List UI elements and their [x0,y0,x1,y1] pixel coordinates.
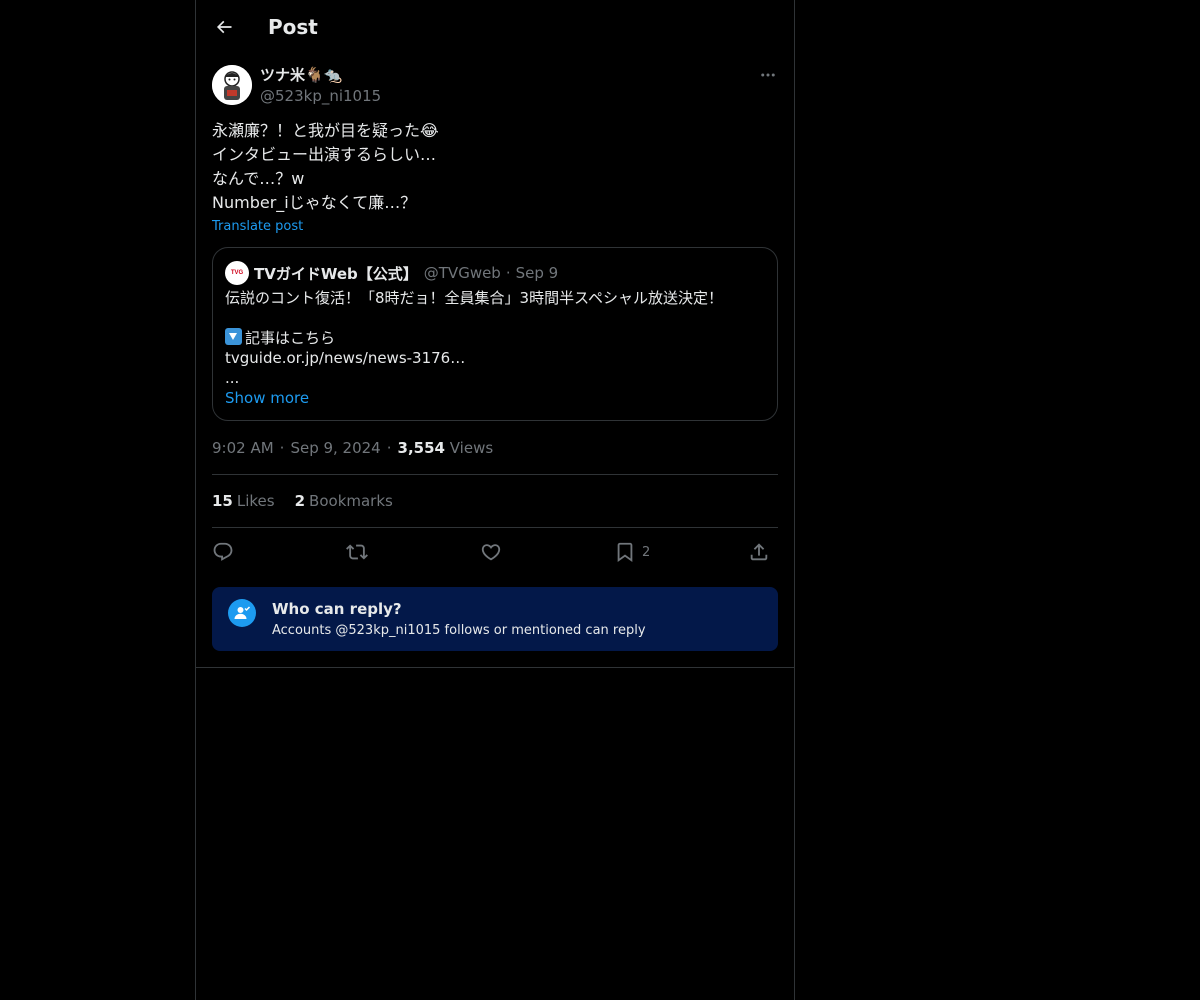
post-text-line: インタビュー出演するらしい… [212,145,437,164]
show-more-link[interactable]: Show more [225,388,765,408]
more-horizontal-icon [761,73,775,77]
divider [212,474,778,475]
meta-separator: · [279,439,285,457]
quoted-display-name[interactable]: TVガイドWeb【公式】 [254,263,418,284]
reply-notice-subtitle: Accounts @523kp_ni1015 follows or mentio… [272,623,646,638]
bookmark-icon [617,542,633,563]
quoted-text-line: 伝説のコント復活！「8時だョ！全員集合」3時間半スペシャル放送決定！ [225,289,724,307]
repost-icon [346,544,368,560]
heart-icon [481,544,501,561]
bookmarks-count: 2 [294,492,306,510]
bookmark-count: 2 [642,544,651,560]
down-arrow-icon [225,328,242,345]
quoted-text-line: 記事はこちら [225,328,765,348]
post-text-line: Number_iじゃなくて廉…？ [212,193,417,212]
quoted-avatar[interactable]: TVG [225,261,249,285]
quoted-post-body: 伝説のコント復活！「8時だョ！全員集合」3時間半スペシャル放送決定！ 記事はこち… [225,288,765,408]
avatar-illustration [212,65,252,105]
likes-count: 15 [212,492,233,510]
quoted-avatar-logo: TVG [230,270,244,276]
post-text: 永瀬廉？！と我が目を疑った😂 インタビュー出演するらしい… なんで…？w Num… [212,119,780,215]
reply-icon [213,542,233,561]
like-button[interactable] [480,538,502,566]
user-icon [234,606,251,619]
arrow-left-icon [216,20,232,34]
post-metadata: 9:02 AM · Sep 9, 2024 · 3,554 Views [212,438,493,458]
meta-separator: · [386,439,392,457]
quoted-post-header: TVG TVガイドWeb【公式】 @TVGweb · Sep 9 [225,261,558,285]
bookmarks-stat[interactable]: 2 Bookmarks [295,491,393,511]
quoted-link: tvguide.or.jp/news/news-3176… [225,349,466,367]
more-options-button[interactable] [756,65,780,85]
views-label: Views [449,439,494,457]
post-time[interactable]: 9:02 AM [212,439,274,457]
divider [196,667,794,668]
post-text-line: なんで…？w [212,169,305,188]
reply-notice-title: Who can reply? [272,600,402,618]
repost-button[interactable] [346,538,368,566]
quoted-post[interactable]: TVG TVガイドWeb【公式】 @TVGweb · Sep 9 伝説のコント復… [212,247,778,421]
reply-button[interactable] [212,538,234,566]
quoted-separator: · [505,264,511,282]
bookmark-button[interactable]: 2 [614,538,650,566]
likes-stat[interactable]: 15 Likes [212,491,275,511]
post-detail-column: Post ツナ米🐐🐀 @523kp_ni1015 永瀬廉？！と我が目を疑った😂 … [195,0,795,1000]
back-button[interactable] [210,13,238,41]
avatar[interactable] [212,65,252,105]
quoted-date[interactable]: Sep 9 [516,264,559,282]
display-name[interactable]: ツナ米🐐🐀 [260,65,342,85]
post-header: Post [196,0,794,54]
quoted-handle[interactable]: @TVGweb [424,264,501,282]
user-handle[interactable]: @523kp_ni1015 [260,86,381,106]
action-bar: 2 [212,538,778,566]
bookmarks-label: Bookmarks [309,492,393,510]
quoted-text-segment: 記事はこちら [245,329,336,347]
translate-post-link[interactable]: Translate post [212,218,303,236]
divider [212,527,778,528]
quoted-ellipsis: ... [225,369,240,387]
likes-label: Likes [236,492,275,510]
views-count: 3,554 [397,439,445,457]
share-icon [750,543,768,561]
page-title: Post [268,15,318,39]
post-author: ツナ米🐐🐀 @523kp_ni1015 [212,65,780,107]
user-check-icon [228,599,256,627]
post-date[interactable]: Sep 9, 2024 [290,439,380,457]
post-stats: 15 Likes 2 Bookmarks [212,491,393,511]
share-button[interactable] [748,538,770,566]
post-text-line: 永瀬廉？！と我が目を疑った😂 [212,121,439,140]
reply-restriction-notice: Who can reply? Accounts @523kp_ni1015 fo… [212,587,778,651]
